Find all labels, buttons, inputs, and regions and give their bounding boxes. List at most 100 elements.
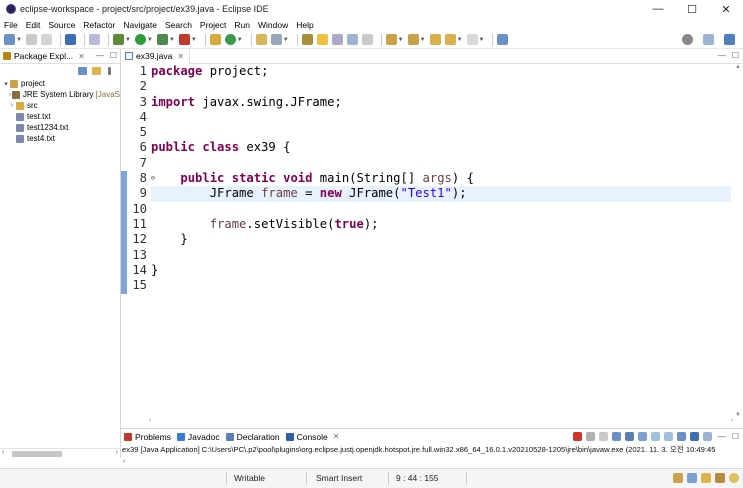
chevron-down-icon[interactable]: ▼ <box>457 37 463 43</box>
maximize-button[interactable]: ☐ <box>675 0 709 18</box>
search-icon[interactable] <box>682 34 693 45</box>
chevron-icon[interactable]: ▾ <box>2 80 10 88</box>
code-line[interactable]: frame.setVisible(true); <box>151 217 731 232</box>
search-tool-icon[interactable] <box>270 34 282 45</box>
scroll-right-icon[interactable]: › <box>116 449 118 456</box>
forward-icon[interactable] <box>466 34 478 45</box>
close-icon[interactable]: ✕ <box>333 432 340 441</box>
scroll-left-icon[interactable]: ‹ <box>123 458 125 465</box>
maximize-view-icon[interactable]: ☐ <box>110 51 117 60</box>
save-icon[interactable] <box>25 34 37 45</box>
tab-javadoc[interactable]: Javadoc <box>176 432 220 442</box>
tip-icon[interactable] <box>715 473 725 483</box>
skip-breakpoints-icon[interactable] <box>88 34 100 45</box>
link-with-editor-icon[interactable] <box>92 67 101 75</box>
clear-console-icon[interactable] <box>611 432 621 441</box>
new-package-icon[interactable] <box>224 34 236 45</box>
editor-horizontal-scrollbar[interactable]: ‹ › <box>121 417 733 427</box>
scroll-down-icon[interactable]: ▼ <box>735 412 741 418</box>
open-perspective-icon[interactable] <box>703 34 714 45</box>
tree-item[interactable]: › JRE System Library [JavaS <box>2 89 120 100</box>
tasks-icon[interactable] <box>687 473 697 483</box>
chevron-down-icon[interactable]: ▼ <box>237 37 243 43</box>
back-icon[interactable] <box>444 34 456 45</box>
notifications-icon[interactable] <box>673 473 683 483</box>
vertical-scrollbar[interactable]: ▲ ▼ <box>733 64 743 418</box>
code-line[interactable] <box>151 278 731 293</box>
menu-refactor[interactable]: Refactor <box>83 20 115 30</box>
display-console-icon[interactable] <box>689 432 699 441</box>
editor-tab-ex39[interactable]: ex39.java ✕ <box>121 48 191 64</box>
code-line[interactable] <box>151 248 731 263</box>
tree-item[interactable]: test1234.txt <box>2 122 120 133</box>
chevron-down-icon[interactable]: ▼ <box>398 37 404 43</box>
open-console-icon[interactable] <box>702 432 712 441</box>
tree-item[interactable]: test4.txt <box>2 133 120 144</box>
code-line[interactable]: public class ex39 { <box>151 140 731 155</box>
remove-all-icon[interactable] <box>598 432 608 441</box>
terminal-icon[interactable] <box>64 34 76 45</box>
minimize-view-icon[interactable]: — <box>96 51 104 60</box>
marketplace-icon[interactable] <box>701 473 711 483</box>
show-whitespace-icon[interactable] <box>361 34 373 45</box>
toggle-highlight-icon[interactable] <box>316 34 328 45</box>
maximize-view-icon[interactable]: ☐ <box>732 51 739 60</box>
code-area[interactable]: 1 2 3 4 5 6 7 8 ⊖ 9 10 11 12 13 14 15 package project; i… <box>121 64 743 418</box>
previous-annotation-icon[interactable] <box>407 34 419 45</box>
java-perspective-icon[interactable] <box>724 34 735 45</box>
collapse-all-icon[interactable] <box>78 67 87 75</box>
terminate-icon[interactable] <box>572 432 582 441</box>
code-line[interactable]: import javax.swing.JFrame; <box>151 95 731 110</box>
scroll-lock-icon[interactable] <box>624 432 634 441</box>
tree-item[interactable]: ▾ project <box>2 78 120 89</box>
code-line[interactable]: } <box>151 232 731 247</box>
code-lines[interactable]: package project; import javax.swing.JFram… <box>151 64 731 293</box>
new-icon[interactable] <box>4 34 15 45</box>
save-all-icon[interactable] <box>40 34 52 45</box>
tab-problems[interactable]: Problems <box>124 432 171 442</box>
chevron-down-icon[interactable]: ▼ <box>420 37 426 43</box>
menu-help[interactable]: Help <box>296 20 313 30</box>
chevron-down-icon[interactable]: ▼ <box>283 37 289 43</box>
coverage-icon[interactable] <box>156 34 168 45</box>
next-annotation-icon[interactable] <box>385 34 397 45</box>
chevron-down-icon[interactable]: ▼ <box>479 37 485 43</box>
menu-window[interactable]: Window <box>258 20 288 30</box>
tab-declaration[interactable]: Declaration <box>225 432 280 442</box>
menu-file[interactable]: File <box>4 20 18 30</box>
console-horizontal-scrollbar[interactable]: ‹ <box>121 458 743 468</box>
horizontal-scrollbar[interactable]: ‹ › <box>0 448 121 458</box>
menu-navigate[interactable]: Navigate <box>123 20 157 30</box>
tab-console[interactable]: Console ✕ <box>285 432 340 442</box>
help-icon[interactable] <box>729 473 739 483</box>
minimize-view-icon[interactable]: — <box>718 51 726 60</box>
chevron-icon[interactable]: › <box>8 102 16 109</box>
scrollbar-thumb[interactable] <box>12 451 62 457</box>
external-tools-icon[interactable] <box>178 34 190 45</box>
last-edit-icon[interactable] <box>429 34 441 45</box>
show-on-output-icon[interactable] <box>650 432 660 441</box>
toggle-mark-occurrences-icon[interactable] <box>301 34 313 45</box>
menu-search[interactable]: Search <box>165 20 192 30</box>
package-explorer-tab[interactable]: Package Expl... <box>14 51 73 61</box>
remove-launch-icon[interactable] <box>585 432 595 441</box>
tree-item[interactable]: › src <box>2 100 120 111</box>
code-line[interactable]: JFrame frame = new JFrame("Test1"); <box>151 186 731 202</box>
pin-editor-icon[interactable] <box>497 34 509 45</box>
minimize-view-icon[interactable]: — <box>718 432 726 441</box>
debug-icon[interactable] <box>112 34 124 45</box>
minimize-button[interactable]: — <box>641 0 675 18</box>
code-line[interactable]: } <box>151 263 731 278</box>
new-java-project-icon[interactable] <box>209 34 221 45</box>
code-line[interactable] <box>151 79 731 94</box>
code-line[interactable] <box>151 202 731 217</box>
pin-console-icon[interactable] <box>676 432 686 441</box>
show-on-error-icon[interactable] <box>663 432 673 441</box>
close-icon[interactable]: ✕ <box>78 52 85 61</box>
word-wrap-console-icon[interactable] <box>637 432 647 441</box>
scroll-up-icon[interactable]: ▲ <box>735 64 741 70</box>
scroll-left-icon[interactable]: ‹ <box>149 417 151 424</box>
code-line[interactable]: package project; <box>151 64 731 79</box>
menu-project[interactable]: Project <box>200 20 226 30</box>
close-icon[interactable]: ✕ <box>177 52 184 61</box>
